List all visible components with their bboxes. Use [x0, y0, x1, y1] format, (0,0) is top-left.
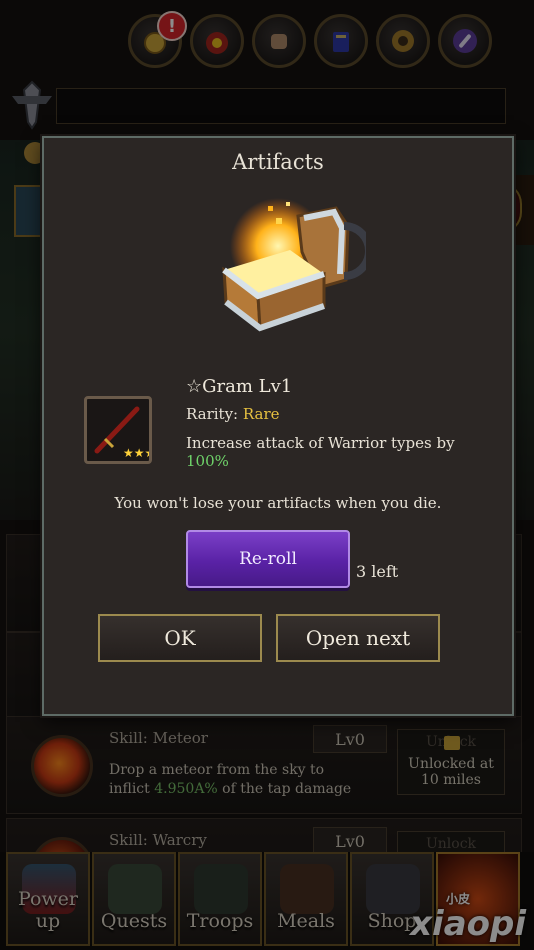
- artifact-slot[interactable]: ★★★: [84, 396, 155, 464]
- sword-icon: ★★★: [94, 406, 155, 460]
- artifact-description: Increase attack of Warrior types by 100%: [186, 434, 455, 470]
- artifact-note: You won't lose your artifacts when you d…: [114, 494, 442, 512]
- open-next-button[interactable]: Open next: [276, 614, 440, 662]
- artifact-name: ☆Gram Lv1: [186, 376, 293, 397]
- artifact-rarity: Rarity: Rare: [186, 405, 280, 423]
- artifacts-dialog: Artifacts ★★★ ☆Gram Lv1 Rarity: Rare I: [42, 136, 514, 716]
- reroll-button[interactable]: Re-roll: [186, 530, 350, 588]
- dialog-title: Artifacts: [232, 150, 324, 174]
- reroll-count: 3 left: [356, 562, 399, 581]
- treasure-chest-icon: [222, 198, 366, 332]
- ok-button[interactable]: OK: [98, 614, 262, 662]
- rarity-stars-icon: ★★★: [123, 446, 149, 460]
